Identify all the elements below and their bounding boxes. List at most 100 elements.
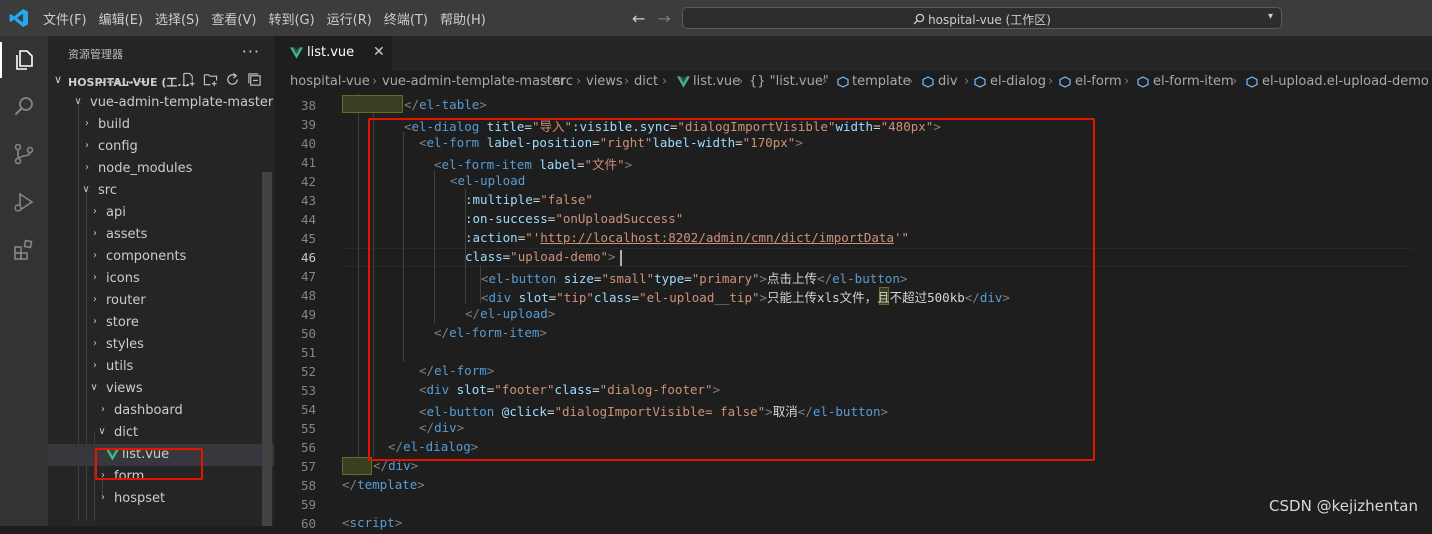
- tree-item-views[interactable]: ∨ views: [48, 378, 274, 400]
- chevron-right-icon: ›: [1124, 74, 1130, 89]
- line-number: 55: [300, 421, 316, 436]
- line-number: 56: [300, 440, 316, 455]
- symbol-icon: [922, 76, 934, 88]
- tree-item-src[interactable]: ∨ src: [48, 180, 274, 202]
- vue-file-icon: [677, 76, 690, 88]
- command-center-search[interactable]: hospital-vue (工作区) ▾: [682, 7, 1282, 29]
- chevron-right-icon: ›: [85, 162, 89, 173]
- menu-selection[interactable]: 选择(S): [155, 9, 199, 28]
- tree-item-utils[interactable]: › utils: [48, 356, 274, 378]
- breadcrumb-item[interactable]: el-form: [1075, 74, 1122, 89]
- search-icon: [913, 13, 925, 25]
- chevron-right-icon: ›: [964, 74, 970, 89]
- symbol-icon: [974, 76, 986, 88]
- tree-item-components[interactable]: › components: [48, 246, 274, 268]
- tree-item-config[interactable]: › config: [48, 136, 274, 158]
- tree-item-dict[interactable]: ∨ dict: [48, 422, 274, 444]
- tree-item-node-modules[interactable]: › node_modules: [48, 158, 274, 180]
- menu-edit[interactable]: 编辑(E): [99, 9, 143, 28]
- chevron-right-icon: ›: [372, 74, 378, 89]
- tree-item-styles[interactable]: › styles: [48, 334, 274, 356]
- symbol-icon: [1137, 76, 1149, 88]
- line-number: 51: [300, 345, 316, 360]
- symbol-icon: [1246, 76, 1258, 88]
- tree-item-router[interactable]: › router: [48, 290, 274, 312]
- code-line-58: </template>: [342, 477, 425, 492]
- tree-item-icons[interactable]: › icons: [48, 268, 274, 290]
- chevron-right-icon: ›: [93, 228, 97, 239]
- tab-label: list.vue: [307, 45, 355, 60]
- line-number: 42: [300, 174, 316, 189]
- breadcrumb-item[interactable]: el-form-item: [1153, 74, 1234, 89]
- vue-file-icon: [290, 47, 303, 59]
- tree-item-api[interactable]: › api: [48, 202, 274, 224]
- extensions-icon[interactable]: [12, 238, 36, 262]
- breadcrumb-item[interactable]: el-dialog: [990, 74, 1046, 89]
- menu-terminal[interactable]: 终端(T): [384, 9, 428, 28]
- chevron-down-icon: ∨: [90, 382, 98, 393]
- breadcrumb-item[interactable]: template: [852, 74, 911, 89]
- line-number: 41: [300, 155, 316, 170]
- chevron-right-icon: ›: [93, 360, 97, 371]
- chevron-right-icon: ›: [93, 250, 97, 261]
- line-number: 53: [300, 383, 316, 398]
- breadcrumb-item[interactable]: views: [586, 74, 623, 89]
- breadcrumb-item[interactable]: list.vue: [693, 74, 740, 89]
- tree-item-assets[interactable]: › assets: [48, 224, 274, 246]
- tree-item-build[interactable]: › build: [48, 114, 274, 136]
- line-number: 45: [300, 231, 316, 246]
- highlight-box-code: [368, 118, 1095, 461]
- tree-item-npm-pro[interactable]: npm_pro: [48, 81, 274, 92]
- chevron-right-icon: ›: [93, 316, 97, 327]
- breadcrumb-item[interactable]: div: [938, 74, 958, 89]
- menu-help[interactable]: 帮助(H): [440, 9, 486, 28]
- source-control-icon[interactable]: [12, 142, 36, 166]
- breadcrumb-item[interactable]: {} "list.vue": [749, 74, 829, 89]
- chevron-right-icon: ›: [101, 492, 105, 503]
- chevron-right-icon: ›: [908, 74, 914, 89]
- forward-arrow-icon[interactable]: →: [657, 9, 670, 28]
- explorer-files-icon[interactable]: [12, 48, 36, 72]
- sidebar-scrollbar[interactable]: [262, 172, 272, 526]
- chevron-right-icon: ›: [93, 272, 97, 283]
- breadcrumb-item[interactable]: vue-admin-template-master: [382, 74, 565, 89]
- line-number: 47: [300, 269, 316, 284]
- back-arrow-icon[interactable]: ←: [632, 9, 645, 28]
- menu-go[interactable]: 转到(G): [268, 9, 314, 28]
- breadcrumb-item[interactable]: hospital-vue: [290, 74, 370, 89]
- line-number: 58: [300, 478, 316, 493]
- line-number: 60: [300, 516, 316, 531]
- close-icon[interactable]: ✕: [373, 44, 385, 60]
- menu-file[interactable]: 文件(F): [43, 9, 87, 28]
- breadcrumb-item[interactable]: el-upload.el-upload-demo: [1262, 74, 1429, 89]
- code-line-38: </el-table>: [404, 97, 487, 112]
- tab-list-vue[interactable]: list.vue ✕: [274, 36, 392, 71]
- vscode-logo-icon: [9, 9, 28, 27]
- nav-arrows: ← →: [632, 9, 683, 28]
- tree-item-store[interactable]: › store: [48, 312, 274, 334]
- activity-bar: [0, 36, 48, 526]
- breadcrumb-item[interactable]: dict: [634, 74, 658, 89]
- run-debug-icon[interactable]: [12, 190, 36, 214]
- tree-item-hospset[interactable]: › hospset: [48, 488, 274, 510]
- chevron-right-icon: ›: [738, 74, 744, 89]
- breadcrumb-item[interactable]: src: [554, 74, 573, 89]
- chevron-right-icon: ›: [576, 74, 582, 89]
- line-number: 59: [300, 497, 316, 512]
- chevron-right-icon: ›: [93, 294, 97, 305]
- line-number: 54: [300, 402, 316, 417]
- chevron-right-icon: ›: [662, 74, 668, 89]
- command-center-text: hospital-vue (工作区): [928, 13, 1051, 27]
- search-icon[interactable]: [12, 94, 36, 118]
- line-number: 44: [300, 212, 316, 227]
- chevron-right-icon: ›: [822, 74, 828, 89]
- title-bar: 文件(F) 编辑(E) 选择(S) 查看(V) 转到(G) 运行(R) 终端(T…: [0, 0, 1432, 36]
- chevron-down-icon[interactable]: ▾: [1268, 11, 1273, 22]
- menu-view[interactable]: 查看(V): [211, 9, 256, 28]
- menu-run[interactable]: 运行(R): [327, 9, 372, 28]
- line-number: 39: [300, 117, 316, 132]
- tree-item-vue-admin-template-master[interactable]: ∨ vue-admin-template-master: [48, 92, 274, 114]
- chevron-right-icon: ›: [1232, 74, 1238, 89]
- more-actions-icon[interactable]: ···: [242, 42, 260, 61]
- tree-item-dashboard[interactable]: › dashboard: [48, 400, 274, 422]
